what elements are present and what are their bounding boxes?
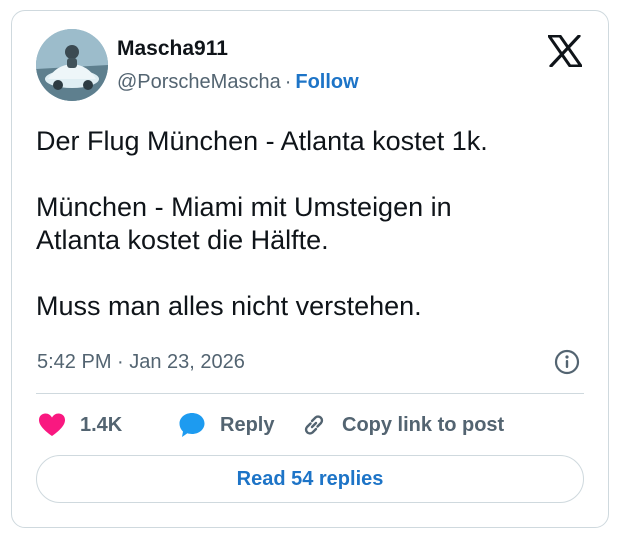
tweet-paragraph: Muss man alles nicht verstehen. bbox=[36, 290, 596, 323]
author-handle[interactable]: @PorscheMascha bbox=[117, 71, 281, 93]
timestamp[interactable]: 5:42 PM · Jan 23, 2026 bbox=[37, 351, 245, 374]
tweet-card: Mascha911 @PorscheMascha · Follow Der Flug… bbox=[11, 10, 609, 528]
handle-row: @PorscheMascha · Follow bbox=[117, 71, 359, 94]
divider bbox=[36, 393, 584, 394]
link-icon bbox=[300, 411, 328, 439]
reply-button[interactable]: Reply bbox=[178, 411, 300, 439]
like-button[interactable]: 1.4K bbox=[38, 412, 178, 438]
action-bar: 1.4K Reply Copy link to post bbox=[38, 409, 504, 441]
tweet-line: Muss man alles nicht verstehen. bbox=[36, 291, 422, 321]
tweet-line: Der Flug München - Atlanta kostet 1k. bbox=[36, 126, 488, 156]
copy-link-label: Copy link to post bbox=[342, 413, 505, 436]
avatar-image bbox=[36, 29, 108, 101]
tweet-text: Der Flug München - Atlanta kostet 1k. Mü… bbox=[36, 125, 596, 323]
read-replies-button[interactable]: Read 54 replies bbox=[36, 455, 584, 503]
x-logo-icon[interactable] bbox=[547, 34, 583, 68]
tweet-line: Atlanta kostet die Hälfte. bbox=[36, 225, 329, 255]
info-icon[interactable] bbox=[554, 349, 580, 375]
reply-label: Reply bbox=[220, 413, 275, 436]
like-count: 1.4K bbox=[80, 413, 123, 436]
follow-button[interactable]: Follow bbox=[295, 71, 358, 93]
copy-link-button[interactable]: Copy link to post bbox=[300, 411, 504, 439]
avatar[interactable] bbox=[36, 29, 108, 101]
tweet-paragraph: München - Miami mit Umsteigen in Atlanta… bbox=[36, 191, 596, 257]
heart-icon bbox=[38, 412, 66, 438]
speech-bubble-icon bbox=[178, 411, 206, 439]
tweet-paragraph: Der Flug München - Atlanta kostet 1k. bbox=[36, 125, 596, 158]
tweet-line: München - Miami mit Umsteigen in bbox=[36, 192, 452, 222]
author-name[interactable]: Mascha911 bbox=[117, 37, 228, 61]
read-replies-label: Read 54 replies bbox=[236, 467, 384, 490]
separator-dot: · bbox=[284, 71, 292, 93]
